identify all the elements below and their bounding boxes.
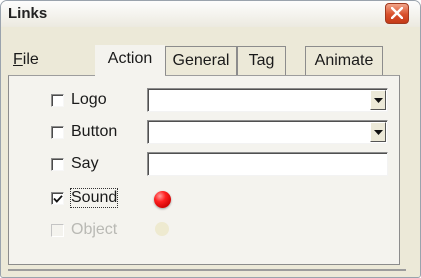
tab-action[interactable]: Action <box>95 45 165 76</box>
chevron-down-icon <box>374 98 383 103</box>
dialog-bottom-edge <box>8 269 406 271</box>
say-checkbox[interactable] <box>51 158 64 171</box>
logo-label[interactable]: Logo <box>71 91 107 109</box>
button-label[interactable]: Button <box>71 123 117 141</box>
logo-checkbox[interactable] <box>51 94 64 107</box>
button-dropdown-button[interactable] <box>370 122 386 142</box>
logo-dropdown-button[interactable] <box>370 90 386 110</box>
title-bar: Links <box>1 1 420 27</box>
tab-general[interactable]: General <box>165 46 237 75</box>
tab-tag-label: Tag <box>248 52 275 69</box>
tab-file-mnemonic: F <box>13 51 23 68</box>
sound-checkbox[interactable] <box>51 192 64 205</box>
close-icon <box>391 7 403 19</box>
object-label: Object <box>71 221 118 238</box>
tab-file[interactable]: File <box>13 46 61 75</box>
tab-animate-label: Animate <box>314 52 374 69</box>
logo-combobox[interactable] <box>147 88 388 112</box>
tab-action-label: Action <box>107 50 153 67</box>
object-indicator-icon <box>155 222 169 236</box>
checkmark-icon <box>53 195 63 203</box>
say-text-field[interactable] <box>147 152 388 176</box>
sound-label[interactable]: Sound <box>69 188 119 208</box>
window-title: Links <box>8 5 48 22</box>
links-dialog: Links File Action General Tag Animate Lo… <box>0 0 421 278</box>
tab-tag[interactable]: Tag <box>237 46 286 75</box>
say-label[interactable]: Say <box>71 155 99 173</box>
sound-indicator-icon[interactable] <box>154 191 171 208</box>
button-combobox[interactable] <box>147 120 388 144</box>
tab-file-label: ile <box>22 51 39 68</box>
tab-general-label: General <box>172 52 230 69</box>
button-checkbox[interactable] <box>51 126 64 139</box>
chevron-down-icon <box>374 130 383 135</box>
object-checkbox <box>51 224 64 237</box>
close-button[interactable] <box>385 3 409 24</box>
tab-animate[interactable]: Animate <box>305 46 383 75</box>
